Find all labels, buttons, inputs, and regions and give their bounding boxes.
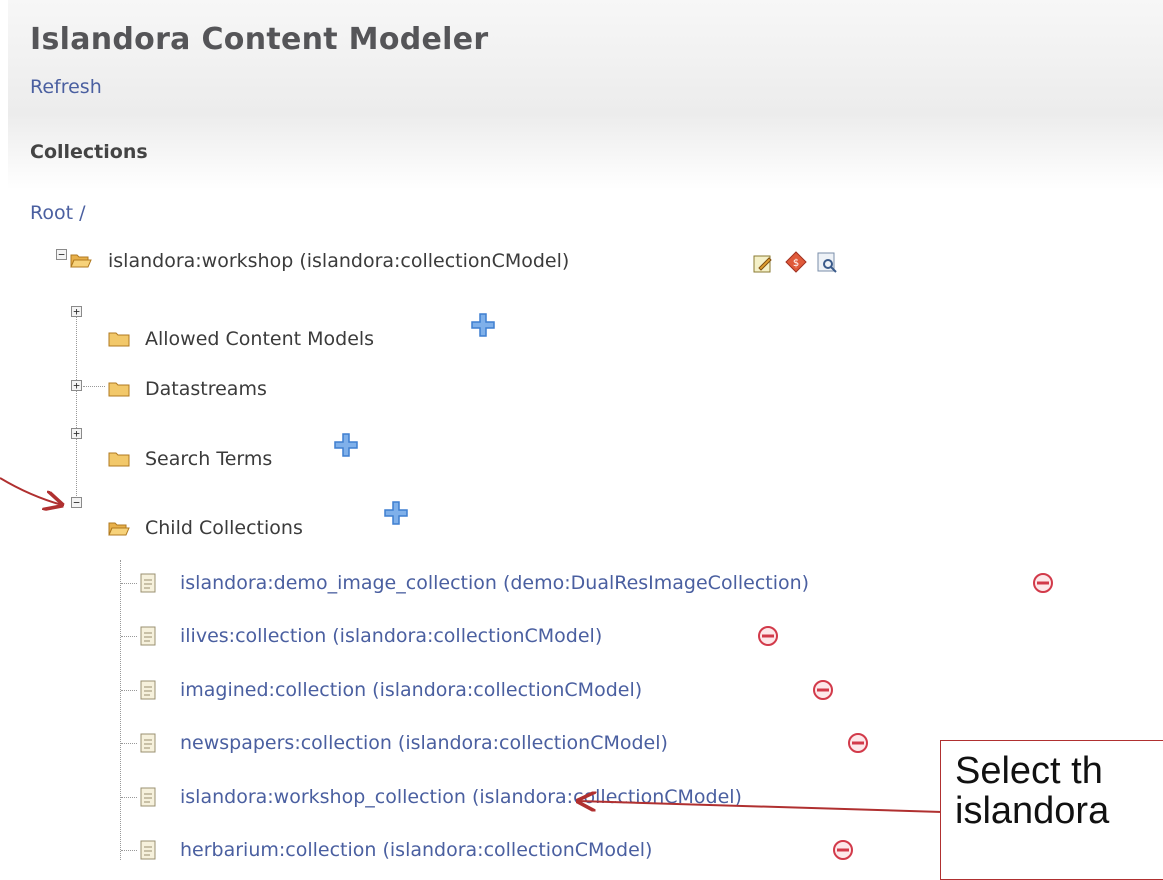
annotation-arrow-callout bbox=[578, 801, 943, 813]
annotation-arrow-left bbox=[0, 477, 62, 505]
annotation-callout: Select th islandora bbox=[940, 740, 1163, 880]
callout-line-2: islandora bbox=[955, 790, 1110, 832]
callout-line-1: Select th bbox=[955, 750, 1103, 792]
annotation-arrows bbox=[0, 477, 943, 813]
